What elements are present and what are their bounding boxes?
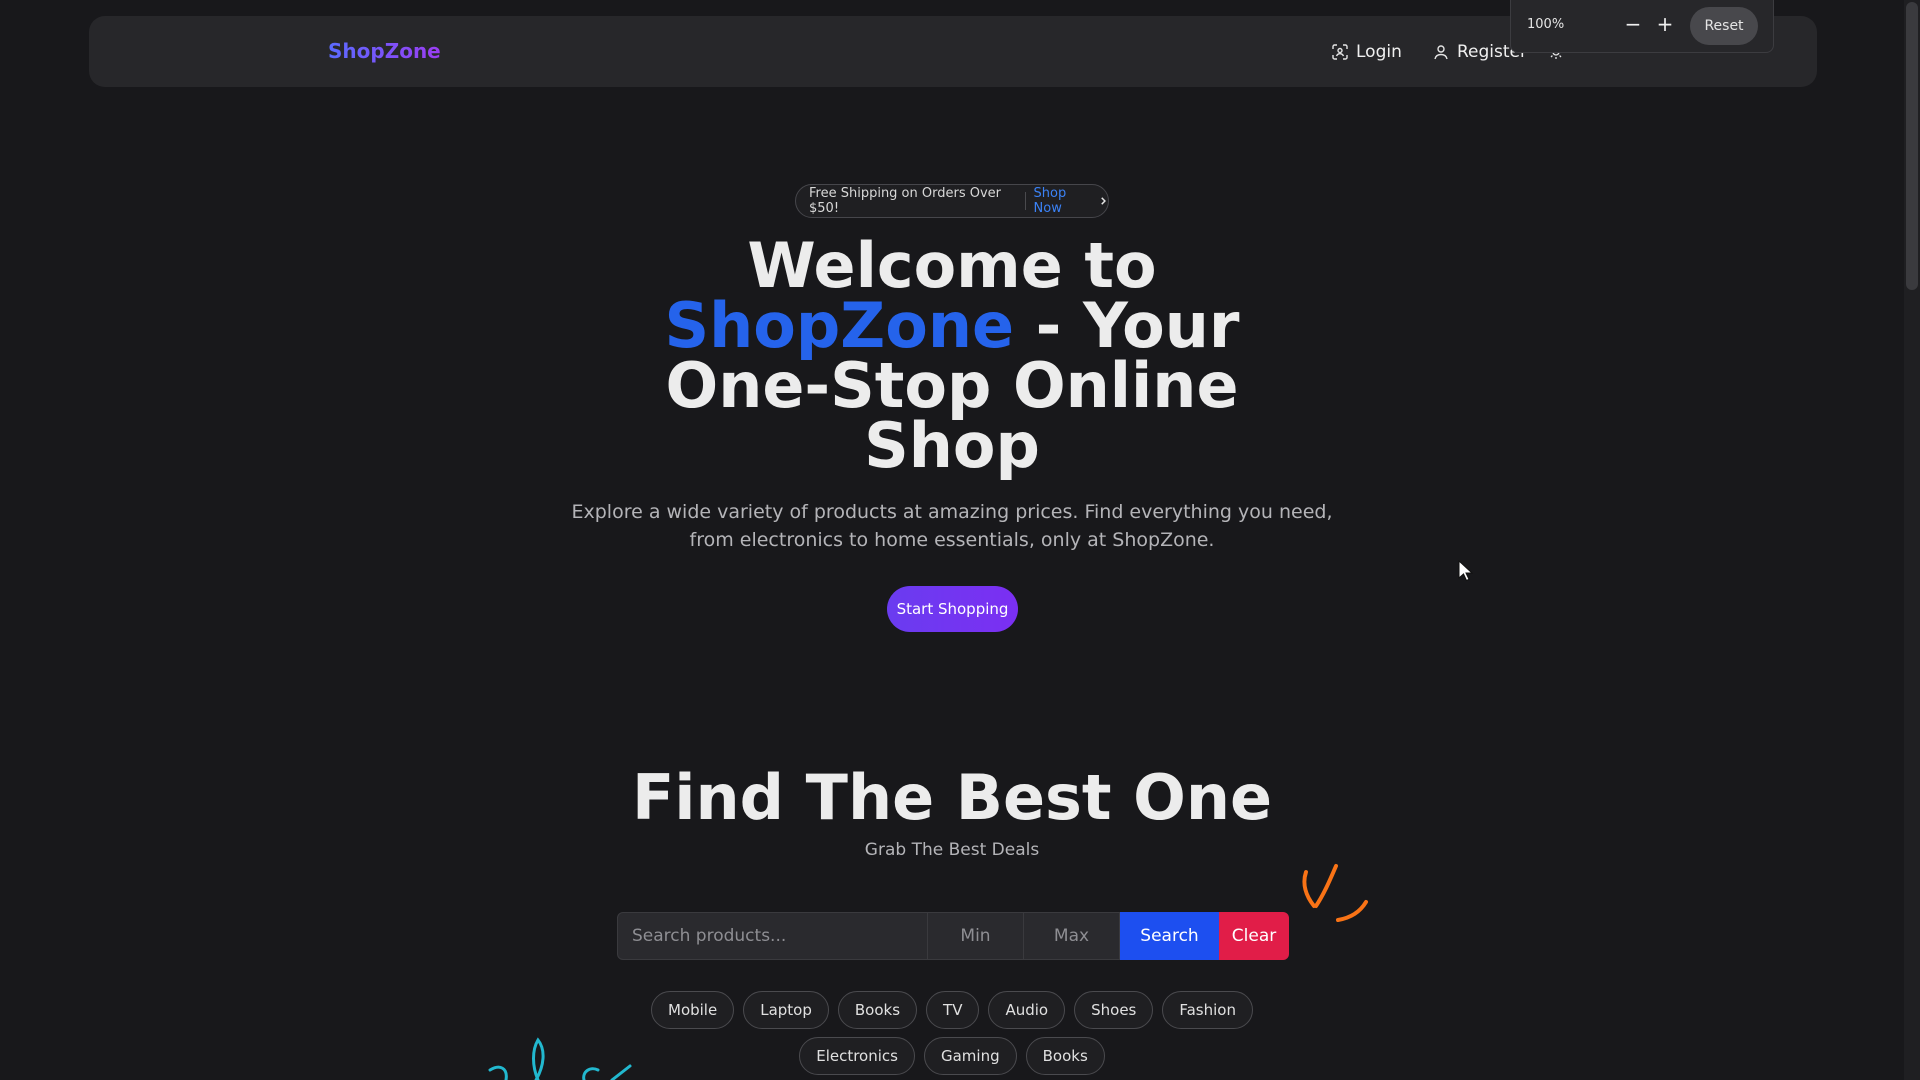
chevron-right-icon <box>1101 197 1106 205</box>
hero-title: Welcome to ShopZone - Your One-Stop Onli… <box>640 235 1264 477</box>
zoom-reset-button[interactable]: Reset <box>1690 7 1758 45</box>
promo-divider <box>1024 192 1026 210</box>
user-icon <box>1434 44 1448 59</box>
scrollbar-thumb[interactable] <box>1906 2 1918 290</box>
max-price-input[interactable] <box>1024 912 1120 960</box>
shop-now-label: Shop Now <box>1033 186 1067 216</box>
site-logo[interactable]: ShopZone <box>328 16 441 87</box>
category-chip-gaming[interactable]: Gaming <box>923 1037 1017 1075</box>
zoom-in-button[interactable]: + <box>1653 12 1677 36</box>
search-button[interactable]: Search <box>1120 912 1219 960</box>
category-chip-audio[interactable]: Audio <box>988 991 1066 1029</box>
category-chip-books-2[interactable]: Books <box>1025 1037 1105 1075</box>
category-chip-laptop[interactable]: Laptop <box>743 991 829 1029</box>
category-chip-fashion[interactable]: Fashion <box>1162 991 1253 1029</box>
category-chip-electronics[interactable]: Electronics <box>799 1037 915 1075</box>
category-chip-tv[interactable]: TV <box>926 991 980 1029</box>
category-chips-row-2: Electronics Gaming Books <box>0 1037 1904 1075</box>
category-chip-mobile[interactable]: Mobile <box>651 991 735 1029</box>
decorative-scribble-icon <box>1302 864 1368 922</box>
promo-banner: Free Shipping on Orders Over $50! Shop N… <box>795 184 1109 218</box>
category-chip-shoes[interactable]: Shoes <box>1074 991 1154 1029</box>
start-shopping-button[interactable]: Start Shopping <box>887 586 1018 632</box>
min-price-input[interactable] <box>928 912 1024 960</box>
page-scrollbar[interactable] <box>1904 0 1920 1080</box>
mouse-cursor-icon <box>1458 560 1474 582</box>
login-icon <box>1332 43 1348 60</box>
clear-button[interactable]: Clear <box>1219 912 1289 960</box>
zoom-level: 100% <box>1527 17 1565 32</box>
search-bar: Search Clear <box>617 912 1289 960</box>
zoom-out-button[interactable]: − <box>1621 12 1645 36</box>
decorative-doodle-icon <box>488 1037 632 1080</box>
login-label: Login <box>1356 41 1402 62</box>
category-chip-books[interactable]: Books <box>837 991 918 1029</box>
search-input[interactable] <box>617 912 928 960</box>
login-link[interactable]: Login <box>1332 16 1402 87</box>
section-title: Find The Best One <box>631 761 1273 834</box>
category-chips-row-1: Mobile Laptop Books TV Audio Shoes Fashi… <box>0 991 1904 1029</box>
shop-now-link[interactable]: Shop Now <box>1034 186 1108 216</box>
promo-text: Free Shipping on Orders Over $50! <box>809 186 1002 216</box>
section-subtitle: Grab The Best Deals <box>864 840 1040 860</box>
hero-subtitle: Explore a wide variety of products at am… <box>571 501 1333 551</box>
